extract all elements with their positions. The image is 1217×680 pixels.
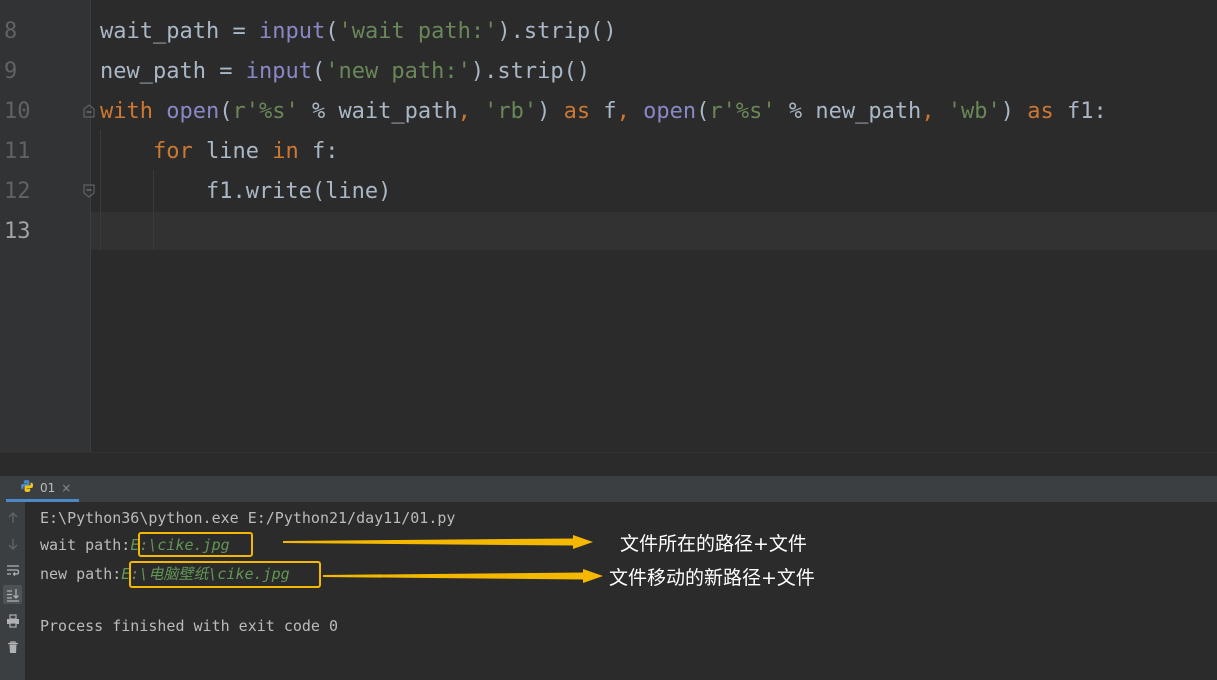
code-token: % wait_path	[298, 99, 458, 124]
code-token: open	[166, 99, 220, 124]
code-editor[interactable]: 8 9 10 11 12 13 wait_path = input('wait …	[0, 0, 1217, 452]
line-number: 12	[4, 179, 31, 204]
code-token: f	[590, 99, 617, 124]
annotation-arrow-1	[283, 535, 593, 549]
code-token: ).strip()	[497, 19, 617, 44]
code-token: input	[258, 19, 326, 44]
scroll-to-end-icon[interactable]	[3, 585, 22, 604]
code-token: (	[696, 99, 710, 124]
new-input-highlight-box	[129, 561, 321, 588]
code-token: wait_path	[100, 19, 220, 44]
run-tab-label: 01	[40, 480, 56, 495]
python-file-icon	[20, 478, 34, 497]
arrow-down-icon[interactable]	[3, 534, 22, 553]
code-token: for	[152, 139, 193, 164]
code-token: r'%s'	[232, 99, 299, 124]
code-token: 'new path:'	[325, 59, 471, 84]
console-finished-line: Process finished with exit code 0	[40, 617, 339, 635]
code-line[interactable]: with open(r'%s' % wait_path, 'rb') as f,…	[100, 92, 1107, 132]
run-tab-bar: 01 ×	[0, 476, 1217, 503]
code-token: ).strip()	[470, 59, 591, 84]
code-token: (	[325, 19, 339, 44]
code-token: f1.write(line)	[100, 179, 392, 204]
new-path-prompt: new path:	[40, 565, 122, 583]
line-number: 8	[4, 19, 18, 44]
code-line[interactable]: for line in f:	[100, 132, 338, 172]
code-token: =	[205, 59, 246, 84]
code-token: as	[1027, 99, 1054, 124]
wait-input-highlight-box	[138, 532, 253, 557]
code-token: in	[272, 139, 299, 164]
run-tab-01[interactable]: 01 ×	[6, 476, 80, 502]
code-token: f1:	[1053, 99, 1107, 124]
trash-icon[interactable]	[3, 637, 22, 656]
code-token: as	[563, 99, 591, 124]
code-token: ,	[616, 99, 630, 124]
code-token: % new_path	[775, 99, 922, 124]
arrow-up-icon[interactable]	[3, 508, 22, 527]
annotation-arrow-2	[323, 569, 603, 583]
print-icon[interactable]	[3, 611, 22, 630]
console-command-line: E:\Python36\python.exe E:/Python21/day11…	[40, 509, 456, 527]
code-line[interactable]: f1.write(line)	[100, 172, 391, 212]
panel-splitter[interactable]	[0, 452, 1217, 477]
line-number: 9	[4, 59, 18, 84]
annotation-text-1: 文件所在的路径+文件	[620, 533, 807, 555]
wait-path-prompt: wait path:	[40, 536, 131, 554]
run-toolbar	[0, 502, 25, 680]
soft-wrap-icon[interactable]	[3, 560, 22, 579]
code-token: (	[219, 99, 233, 124]
code-token: (	[311, 59, 326, 84]
line-number-current: 13	[4, 219, 31, 244]
code-token: input	[245, 59, 312, 84]
code-token: 'wait path:'	[338, 19, 498, 44]
code-token: )	[1000, 99, 1028, 124]
code-token: open	[643, 99, 697, 124]
code-token: =	[219, 19, 259, 44]
line-number-gutter: 8 9 10 11 12 13	[0, 0, 95, 452]
annotation-text-2: 文件移动的新路径+文件	[609, 567, 815, 589]
code-line[interactable]: wait_path = input('wait path:').strip()	[100, 12, 617, 52]
code-token: ,	[921, 99, 935, 124]
code-token: new_path	[100, 59, 206, 84]
code-token: r'%s'	[709, 99, 776, 124]
code-token: )	[537, 99, 564, 124]
close-icon[interactable]: ×	[61, 481, 71, 495]
line-number: 10	[4, 99, 31, 124]
code-token: f:	[298, 139, 339, 164]
code-token: line	[192, 139, 273, 164]
code-token: ,	[457, 99, 471, 124]
code-line[interactable]: new_path = input('new path:').strip()	[100, 52, 590, 92]
line-number: 11	[4, 139, 31, 164]
code-area[interactable]: wait_path = input('wait path:').strip() …	[91, 0, 1217, 452]
code-token: 'wb'	[947, 99, 1001, 124]
code-token: 'rb'	[484, 99, 538, 124]
code-token: with	[100, 99, 153, 124]
